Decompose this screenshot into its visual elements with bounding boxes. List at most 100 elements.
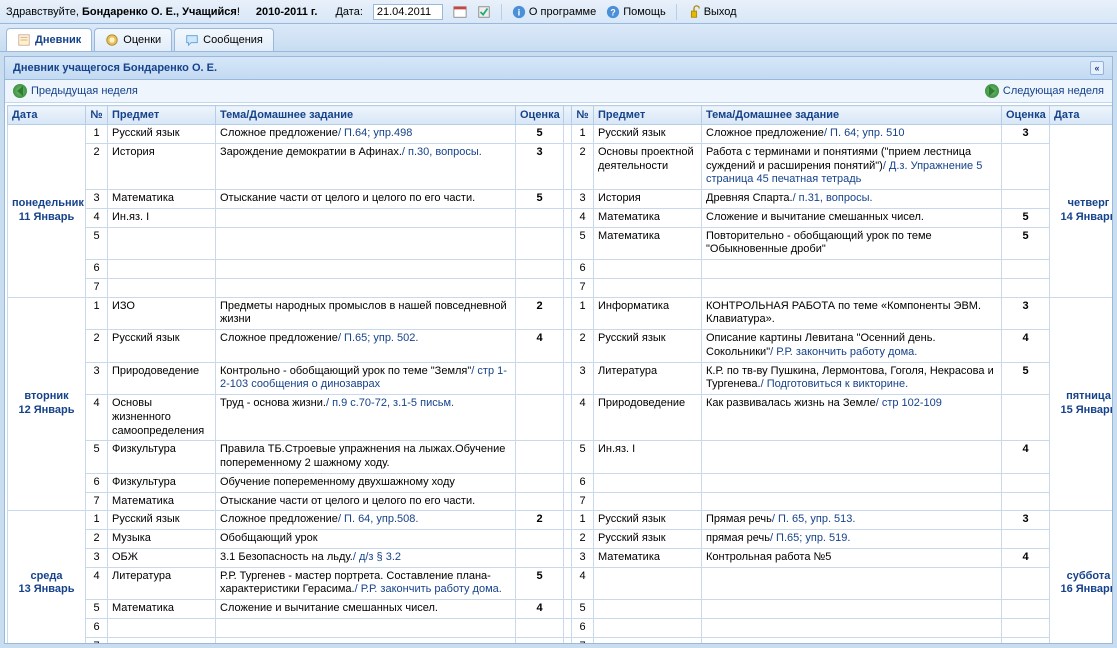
grade-cell: 3 [516,143,564,189]
subject-cell: Математика [108,190,216,209]
gap-cell [564,473,572,492]
gap-cell [564,511,572,530]
date-input[interactable] [373,4,443,20]
subject-cell: Природоведение [594,395,702,441]
subject-cell: Музыка [108,530,216,549]
subject-cell: Русский язык [594,125,702,144]
col-topic-r: Тема/Домашнее задание [702,106,1002,125]
subject-cell [108,637,216,643]
panel-collapse-button[interactable]: « [1090,61,1104,75]
day-cell: среда13 Январь [8,511,86,643]
lesson-num: 3 [86,548,108,567]
grade-cell [1002,143,1050,189]
col-subject-r: Предмет [594,106,702,125]
subject-cell: Математика [108,492,216,511]
about-button[interactable]: iО программе [512,5,596,19]
help-button[interactable]: ?Помощь [606,5,666,19]
topic-cell: Сложное предложение/ П.64; упр.498 [216,125,516,144]
lesson-num: 2 [86,330,108,363]
grade-cell: 4 [1002,441,1050,474]
diary-panel: Дневник учащегося Бондаренко О. Е. « Пре… [4,56,1113,644]
table-row: понедельник11 Январь1Русский языкСложное… [8,125,1113,144]
tab-diary[interactable]: Дневник [6,28,92,51]
subject-cell: Математика [594,227,702,260]
subject-cell: История [594,190,702,209]
topic-cell [216,278,516,297]
next-week-label: Следующая неделя [1003,85,1104,97]
lesson-num: 6 [572,473,594,492]
lesson-num: 3 [572,548,594,567]
subject-cell [594,260,702,279]
topic-cell [216,260,516,279]
subject-cell [594,618,702,637]
table-row: 77 [8,637,1113,643]
subject-cell: Русский язык [108,330,216,363]
tab-grades[interactable]: Оценки [94,28,172,51]
table-row: среда13 Январь1Русский языкСложное предл… [8,511,1113,530]
grade-cell [1002,260,1050,279]
grade-cell [1002,190,1050,209]
grade-cell [516,227,564,260]
topic-cell: 3.1 Безопасность на льду./ д/з § 3.2 [216,548,516,567]
table-row: 3 МатематикаОтыскание части от целого и ц… [8,190,1113,209]
next-week-link[interactable]: Следующая неделя [985,84,1104,98]
exit-button[interactable]: Выход [687,5,737,19]
about-label: О программе [529,6,596,18]
day-cell: вторник12 Январь [8,297,86,511]
table-row: 4Основы жизненного самоопределенияТруд -… [8,395,1113,441]
table-row: 66 [8,618,1113,637]
greeting-suffix: ! [237,6,240,18]
lesson-num: 5 [572,600,594,619]
gap-cell [564,190,572,209]
subject-cell [594,600,702,619]
grade-cell [1002,278,1050,297]
grade-cell [1002,473,1050,492]
gap-cell [564,125,572,144]
lesson-num: 3 [86,362,108,395]
exit-label: Выход [704,6,737,18]
subject-cell: Физкультура [108,473,216,492]
calendar-button[interactable] [453,5,467,19]
grade-cell [516,260,564,279]
subject-cell: Русский язык [594,530,702,549]
day-cell: пятница15 Январь [1050,297,1113,511]
svg-text:?: ? [611,7,616,17]
lesson-num: 3 [572,362,594,395]
greeting: Здравствуйте, Бондаренко О. Е., Учащийся… [6,6,240,18]
subject-cell: Русский язык [594,511,702,530]
lesson-num: 3 [572,190,594,209]
table-row: 55МатематикаПовторительно - обобщающий у… [8,227,1113,260]
lesson-num: 4 [572,395,594,441]
gap-cell [564,600,572,619]
grade-cell: 5 [1002,362,1050,395]
topic-cell [216,208,516,227]
tab-messages[interactable]: Сообщения [174,28,274,51]
lesson-num: 1 [572,125,594,144]
lesson-num: 2 [572,143,594,189]
date-apply-button[interactable] [477,5,491,19]
lesson-num: 1 [86,125,108,144]
prev-week-link[interactable]: Предыдущая неделя [13,84,138,98]
lesson-num: 7 [572,637,594,643]
lesson-num: 2 [86,143,108,189]
topic-cell: Зарождение демократии в Афинах./ п.30, в… [216,143,516,189]
grade-cell: 4 [516,600,564,619]
subject-cell [108,227,216,260]
lesson-num: 7 [86,278,108,297]
subject-cell: ИЗО [108,297,216,330]
top-toolbar: Здравствуйте, Бондаренко О. Е., Учащийся… [0,0,1117,24]
topic-cell: Отыскание части от целого и целого по ег… [216,190,516,209]
grade-cell [516,618,564,637]
topic-cell: Труд - основа жизни./ п.9 с.70-72, з.1-5… [216,395,516,441]
subject-cell [108,618,216,637]
gap-cell [564,548,572,567]
lesson-num: 1 [86,511,108,530]
gap-cell [564,618,572,637]
col-subject: Предмет [108,106,216,125]
grade-cell [516,362,564,395]
subject-cell: Информатика [594,297,702,330]
col-grade: Оценка [516,106,564,125]
gap-cell [564,330,572,363]
subject-cell: ОБЖ [108,548,216,567]
grade-cell [516,530,564,549]
